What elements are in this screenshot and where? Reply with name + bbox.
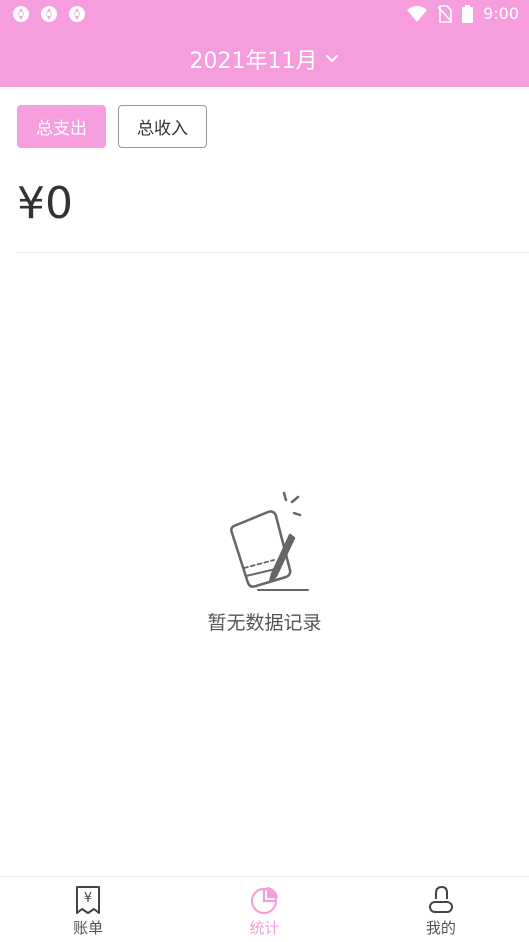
bill-icon: ¥ [76,886,101,914]
notif-icon [41,6,57,22]
pie-chart-icon [251,887,279,915]
tab-expense-label: 总支出 [36,119,87,139]
nav-statistics-label: 统计 [249,919,280,937]
notif-icon [69,6,85,22]
status-bar: 9:00 [0,0,529,30]
system-icons: 9:00 [406,4,519,23]
profile-icon [428,885,453,913]
no-sim-icon [438,4,453,23]
nav-profile-label: 我的 [425,919,456,937]
nav-item-profile[interactable]: 我的 [353,877,529,942]
nav-bills-label: 账单 [73,919,104,937]
tab-income-label: 总收入 [137,119,188,139]
total-amount: ¥0 [17,178,73,229]
chevron-down-icon [326,55,339,63]
nav-item-bills[interactable]: ¥ 账单 [0,877,176,942]
month-selector[interactable]: 2021年11月 [0,42,529,76]
notification-icons [12,5,86,23]
empty-message: 暂无数据记录 [207,612,322,634]
empty-state: 暂无数据记录 [0,488,529,635]
tab-expense[interactable]: 总支出 [17,105,106,148]
bottom-nav: ¥ 账单 统计 我的 [0,876,529,942]
divider [17,252,529,253]
tab-income[interactable]: 总收入 [118,105,207,148]
notif-icon [13,6,29,22]
type-tabs: 总支出 总收入 [17,105,207,148]
wifi-icon [407,5,428,22]
top-bar: 9:00 2021年11月 [0,0,529,87]
nav-item-statistics[interactable]: 统计 [176,877,352,942]
battery-icon [462,4,474,23]
month-label: 2021年11月 [189,49,318,74]
status-time: 9:00 [483,4,519,23]
notebook-pen-icon [229,491,309,591]
svg-text:¥: ¥ [84,891,92,906]
